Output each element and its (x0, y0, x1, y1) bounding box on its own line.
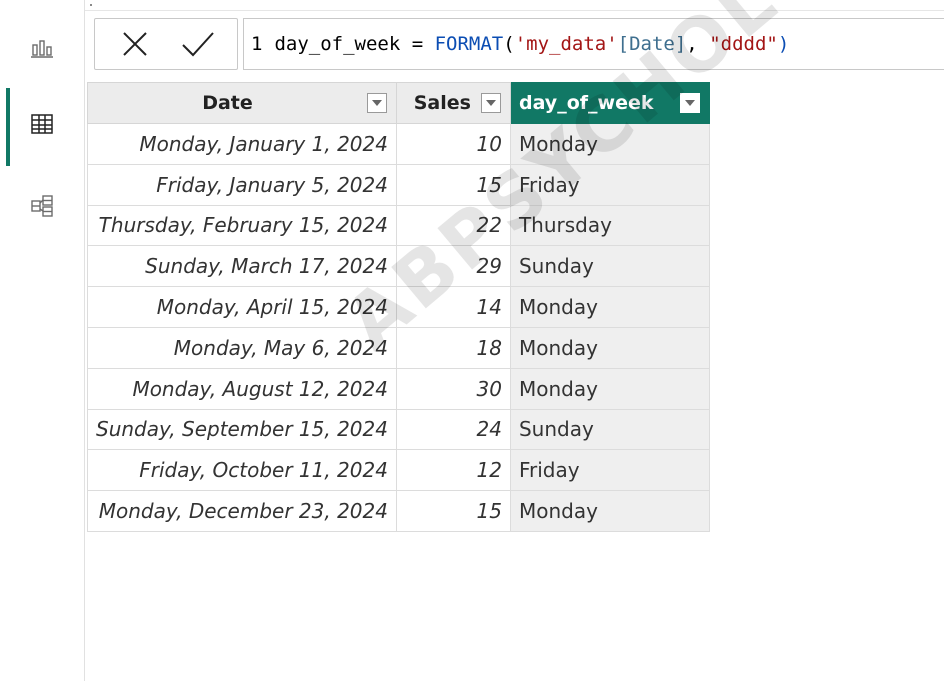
cell-sales[interactable]: 15 (395, 490, 511, 532)
cell-sales[interactable]: 22 (395, 204, 511, 247)
cell-day-of-week[interactable]: Sunday (509, 408, 710, 451)
table-view-button[interactable] (0, 96, 84, 152)
checkmark-icon (181, 32, 214, 57)
formula-line-number: 1 (251, 33, 263, 55)
cell-date[interactable]: Sunday, September 15, 2024 (87, 408, 397, 451)
cell-sales[interactable]: 10 (395, 123, 511, 165)
column-header-label: Sales (413, 92, 471, 114)
table-row: Monday, April 15, 2024 14 Monday (87, 286, 710, 328)
filter-dropdown-button[interactable] (366, 93, 387, 113)
cell-date[interactable]: Monday, January 1, 2024 (87, 123, 397, 165)
table-view-icon (31, 114, 53, 134)
cell-day-of-week[interactable]: Friday (509, 449, 710, 492)
table-row: Monday, December 23, 2024 15 Monday (87, 490, 710, 532)
cell-date[interactable]: Friday, October 11, 2024 (87, 449, 397, 492)
formula-token-column: [Date] (617, 33, 687, 55)
formula-token-comma: , (686, 33, 710, 55)
data-grid: Date Sales day_of_week Monday, January 1… (87, 82, 710, 532)
top-divider (85, 10, 944, 11)
cell-sales[interactable]: 14 (395, 286, 511, 328)
table-row: Friday, January 5, 2024 15 Friday (87, 163, 710, 206)
cell-day-of-week[interactable]: Monday (509, 286, 710, 328)
cell-date[interactable]: Friday, January 5, 2024 (87, 163, 397, 206)
cell-day-of-week[interactable]: Sunday (509, 245, 710, 288)
column-header-date[interactable]: Date (87, 82, 397, 124)
formula-token-paren-close: ) (777, 33, 790, 55)
cell-date[interactable]: Sunday, March 17, 2024 (87, 245, 397, 288)
cell-date[interactable]: Monday, April 15, 2024 (87, 286, 397, 328)
report-view-button[interactable] (0, 19, 84, 75)
table-row: Sunday, March 17, 2024 29 Sunday (87, 245, 710, 288)
model-view-icon (31, 195, 53, 217)
cell-day-of-week[interactable]: Monday (509, 490, 710, 532)
cell-sales[interactable]: 18 (395, 326, 511, 369)
formula-input[interactable]: 1 day_of_week = FORMAT('my_data'[Date], "… (243, 18, 944, 70)
cell-date[interactable]: Thursday, February 15, 2024 (87, 204, 397, 247)
corner-dot (90, 4, 92, 6)
cancel-formula-button[interactable] (111, 24, 159, 64)
formula-token-measure: day_of_week = (274, 33, 435, 55)
cell-date[interactable]: Monday, May 6, 2024 (87, 326, 397, 369)
cell-date[interactable]: Monday, December 23, 2024 (87, 490, 397, 532)
view-sidebar (0, 0, 85, 681)
column-header-sales[interactable]: Sales (395, 82, 511, 124)
formula-token-function: FORMAT (434, 33, 504, 55)
chevron-down-icon (485, 100, 496, 106)
cell-date[interactable]: Monday, August 12, 2024 (87, 367, 397, 410)
cell-sales[interactable]: 24 (395, 408, 511, 451)
column-header-label: day_of_week (518, 92, 654, 114)
formula-actions (94, 18, 238, 70)
table-row: Monday, January 1, 2024 10 Monday (87, 123, 710, 165)
table-row: Monday, August 12, 2024 30 Monday (87, 367, 710, 410)
cell-sales[interactable]: 15 (395, 163, 511, 206)
report-view-icon (31, 40, 53, 58)
cell-sales[interactable]: 30 (395, 367, 511, 410)
chevron-down-icon (371, 100, 382, 106)
model-view-button[interactable] (0, 178, 84, 234)
filter-dropdown-button[interactable] (679, 93, 700, 113)
formula-token-paren-open: ( (503, 33, 515, 55)
cell-day-of-week[interactable]: Monday (509, 326, 710, 369)
formula-token-table: 'my_data' (514, 33, 618, 55)
cell-day-of-week[interactable]: Thursday (509, 204, 710, 247)
chevron-down-icon (684, 100, 695, 106)
cell-day-of-week[interactable]: Monday (509, 123, 710, 165)
table-row: Sunday, September 15, 2024 24 Sunday (87, 408, 710, 451)
cell-sales[interactable]: 12 (395, 449, 511, 492)
cell-day-of-week[interactable]: Monday (509, 367, 710, 410)
column-header-label: Date (202, 92, 253, 114)
formula-token-format-string: "dddd" (709, 33, 778, 55)
commit-formula-button[interactable] (174, 24, 222, 64)
cell-day-of-week[interactable]: Friday (509, 163, 710, 206)
filter-dropdown-button[interactable] (480, 93, 501, 113)
header-row: Date Sales day_of_week (87, 82, 710, 124)
cell-sales[interactable]: 29 (395, 245, 511, 288)
close-icon (122, 32, 147, 56)
table-row: Monday, May 6, 2024 18 Monday (87, 326, 710, 369)
table-row: Friday, October 11, 2024 12 Friday (87, 449, 710, 492)
column-header-day-of-week[interactable]: day_of_week (509, 82, 710, 124)
table-row: Thursday, February 15, 2024 22 Thursday (87, 204, 710, 247)
